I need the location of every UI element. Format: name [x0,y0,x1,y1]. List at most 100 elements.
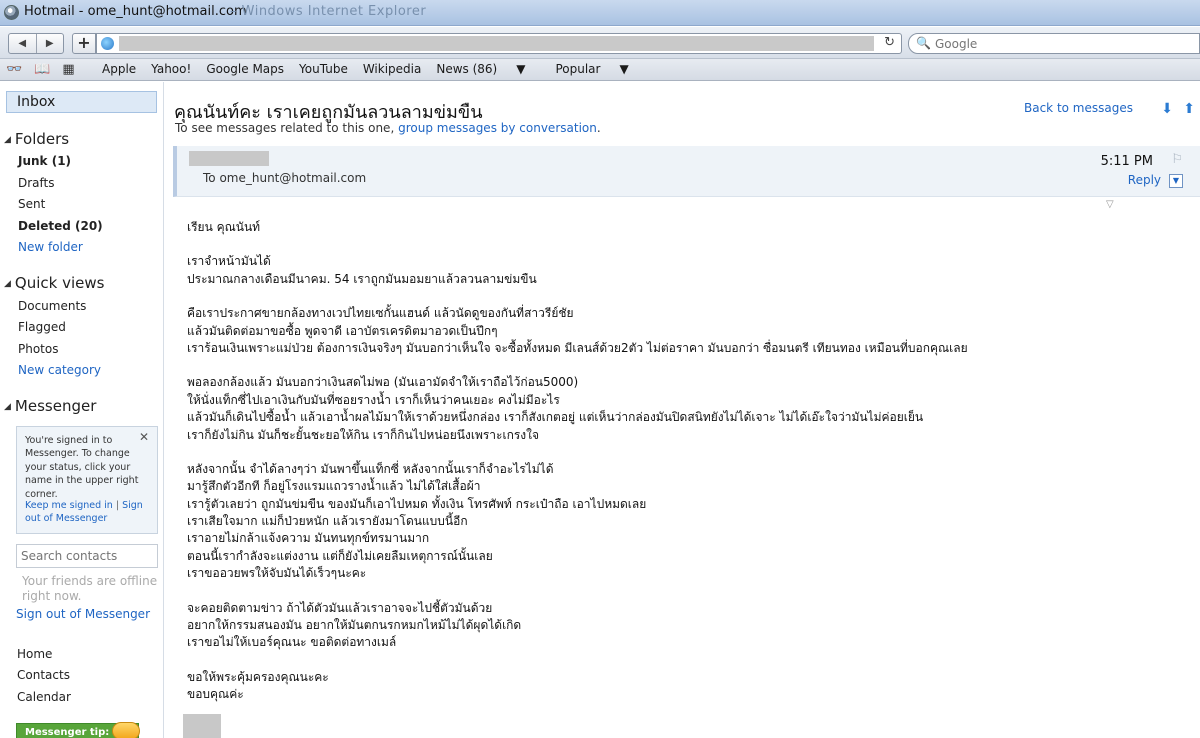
next-message-arrow-icon[interactable]: ⬇ [1161,101,1173,117]
window-title: Hotmail - ome_hunt@hotmail.com [24,4,247,19]
body-blank-line [187,583,1177,600]
body-line: ให้นั่งแท็กซี่ไปเอาเงินกับมันที่ซอยรางน้… [187,392,560,407]
body-line: หลังจากนั้น จำได้ลางๆว่า มันพาขึ้นแท็กซี… [187,461,554,476]
body-line: แล้วมันก็เดินไปซื้อน้ำ แล้วเอาน้ำผลไม้มา… [187,410,924,425]
bookmark-news-label: News (86) [436,62,498,76]
body-blank-line [187,652,1177,669]
messenger-tip-banner[interactable]: Messenger tip: [16,722,140,738]
forward-arrow-icon[interactable]: ▶ [35,34,64,53]
quick-views-title-text: Quick views [14,274,105,292]
message-header: To ome_hunt@hotmail.com 5:11 PM ⚐ Reply … [173,146,1200,197]
body-line: เราจำหน้ามันได้ [187,254,271,269]
messenger-tip-label: Messenger tip: [25,727,110,738]
back-to-messages-link[interactable]: Back to messages [1024,101,1133,115]
body-line: คือเราประกาศขายกล้องทางเวปไทยเซกั้นแฮนด์… [187,306,574,321]
reply-button[interactable]: Reply [1128,173,1161,187]
new-category-link[interactable]: New category [18,363,101,377]
reply-options-chevron-icon[interactable]: ▼ [1169,174,1183,188]
chevron-down-icon: ▼ [619,62,629,76]
related-prefix: To see messages related to this one, [175,121,395,135]
body-line: ตอนนี้เรากำลังจะแต่งงาน แต่ก็ยังไม่เคยลื… [187,548,493,563]
browser-toolbar: ◀ ▶ + ↻ 🔍 [0,27,1200,59]
body-line: เราอายไม่กล้าแจ้งความ มันทนทุกข์ทรมานมาก [187,531,430,546]
body-line: ขอให้พระคุ้มครองคุณนะคะ [187,669,329,684]
chevron-down-icon: ▼ [516,62,526,76]
inbox-label: Inbox [17,94,56,110]
sign-out-messenger-link[interactable]: Sign out of Messenger [16,607,150,621]
address-bar[interactable]: ↻ [96,33,902,54]
bookmarks-book-icon[interactable]: 📖 [34,62,50,77]
body-line: จะคอยติดตามข่าว ถ้าได้ตัวมันแล้วเราอาจจะ… [187,600,493,615]
search-box[interactable]: 🔍 [908,33,1200,54]
folders-title-text: Folders [14,130,70,148]
redacted-sender [189,151,269,166]
related-messages-hint: To see messages related to this one, gro… [175,121,601,135]
related-suffix: . [596,121,601,135]
body-line: แล้วมันติดต่อมาขอซื้อ พูดจาดี เอาบัตรเคร… [187,323,498,338]
message-body: เรียน คุณนันท์เราจำหน้ามันได้ประมาณกลางเ… [187,219,1177,704]
body-line: เราขออวยพรให้จับมันได้เร็วๆนะคะ [187,566,367,581]
sidebar-item-sent[interactable]: Sent [18,197,45,211]
top-sites-grid-icon[interactable]: ▦ [62,62,74,77]
bookmark-news[interactable]: News (86) ▼ [436,62,540,76]
left-sidebar: Inbox ◢ Folders Junk (1) Drafts Sent Dele… [0,82,164,738]
search-contacts-box[interactable] [16,544,158,568]
sidebar-item-home[interactable]: Home [17,647,52,661]
messenger-section-title[interactable]: ◢ Messenger [4,397,96,415]
browser-app-icon [4,5,19,20]
messenger-notice-box: ✕ You're signed in to Messenger. To chan… [16,426,158,534]
body-line: พอลองกล้องแล้ว มันบอกว่าเงินสดไม่พอ (มัน… [187,375,579,390]
sidebar-item-documents[interactable]: Documents [18,299,86,313]
body-line: มารู้สึกตัวอีกที ก็อยู่โรงแรมแถวรางน้ำแล… [187,479,481,494]
bookmark-yahoo[interactable]: Yahoo! [151,62,191,76]
flag-icon[interactable]: ⚐ [1171,152,1183,167]
bookmarks-bar: 👓 📖 ▦ Apple Yahoo! Google Maps YouTube W… [0,59,1200,81]
body-blank-line [187,357,1177,374]
redacted-image [183,714,221,738]
sidebar-item-deleted[interactable]: Deleted (20) [18,219,103,233]
bookmark-google-maps[interactable]: Google Maps [206,62,284,76]
search-icon: 🔍 [916,36,931,50]
body-line: เรารู้ตัวเลยว่า ถูกมันข่มขืน ของมันก็เอา… [187,496,647,511]
sidebar-item-contacts[interactable]: Contacts [17,668,70,682]
sidebar-item-drafts[interactable]: Drafts [18,176,55,190]
quick-views-section-title[interactable]: ◢ Quick views [4,274,104,292]
messenger-title-text: Messenger [14,397,97,415]
sidebar-item-flagged[interactable]: Flagged [18,320,66,334]
body-line: ประมาณกลางเดือนมีนาคม. 54 เราถูกมันมอมยา… [187,271,537,286]
keep-signed-in-link[interactable]: Keep me signed in [25,500,113,511]
body-line: เรียน คุณนันท์ [187,220,261,234]
body-line: เราเสียใจมาก แม่ก็ป่วยหนัก แล้วเรายังมาโ… [187,514,468,529]
sidebar-item-calendar[interactable]: Calendar [17,690,71,704]
reading-list-glasses-icon[interactable]: 👓 [6,62,22,77]
window-title-bar: Hotmail - ome_hunt@hotmail.com – Windows… [0,0,1200,26]
back-arrow-icon[interactable]: ◀ [9,34,36,53]
collapse-triangle-icon: ◢ [4,135,11,145]
new-folder-link[interactable]: New folder [18,240,83,254]
bookmark-apple[interactable]: Apple [102,62,136,76]
bookmark-popular[interactable]: Popular ▼ [555,62,643,76]
body-line: เราก็ยังไม่กิน มันก็ชะยั้นชะยอให้กิน เรา… [187,427,540,442]
folders-section-title[interactable]: ◢ Folders [4,130,69,148]
redacted-url [119,36,874,51]
window-title-suffix: – Windows Internet Explorer [230,4,427,19]
bookmark-youtube[interactable]: YouTube [299,62,348,76]
sidebar-item-photos[interactable]: Photos [18,342,58,356]
sidebar-item-junk[interactable]: Junk (1) [18,154,71,168]
group-by-conversation-link[interactable]: group messages by conversation [398,121,597,135]
body-line: เราร้อนเงินเพราะแม่ป่วย ต้องการเงินจริงๆ… [187,340,968,355]
search-input[interactable] [935,36,1185,51]
body-line: อยากให้กรรมสนองมัน อยากให้มันตกนรกหมกไหม… [187,618,522,633]
globe-icon [101,37,114,50]
body-blank-line [187,236,1177,253]
friends-offline-text: Your friends are offline right now. [22,574,158,603]
previous-message-arrow-icon[interactable]: ⬆ [1183,101,1195,117]
expand-triangle-icon[interactable]: ▽ [1106,199,1114,210]
add-bookmark-button[interactable]: + [72,33,96,54]
sidebar-item-inbox[interactable]: Inbox [6,91,157,113]
messenger-notice-text: You're signed in to Messenger. To change… [25,435,139,500]
search-contacts-input[interactable] [21,546,151,566]
link-separator: | [115,500,120,511]
reload-icon[interactable]: ↻ [884,35,895,50]
bookmark-wikipedia[interactable]: Wikipedia [363,62,422,76]
